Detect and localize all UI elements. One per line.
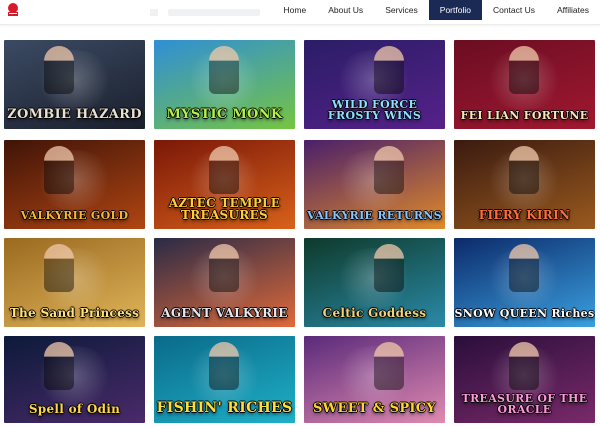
tile-character bbox=[374, 342, 404, 390]
game-tile[interactable]: ZOMBIE HAZARD bbox=[4, 40, 145, 129]
game-title: FISHIN' RICHES bbox=[156, 400, 293, 416]
tile-character bbox=[44, 342, 74, 390]
game-title: VALKYRIE RETURNS bbox=[307, 209, 442, 222]
game-tile[interactable]: WILD FORCE FROSTY WINS bbox=[304, 40, 445, 129]
tile-character bbox=[374, 46, 404, 94]
nav-about-us[interactable]: About Us bbox=[317, 0, 374, 20]
game-tile[interactable]: FIERY KIRIN bbox=[454, 140, 595, 229]
game-tile[interactable]: Spell of Odin bbox=[4, 336, 145, 423]
tile-character bbox=[209, 342, 239, 390]
game-tile[interactable]: Celtic Goddess bbox=[304, 238, 445, 327]
game-title: VALKYRIE GOLD bbox=[20, 209, 129, 222]
tile-character bbox=[44, 244, 74, 292]
game-tile[interactable]: FISHIN' RICHES bbox=[154, 336, 295, 423]
tile-character bbox=[509, 146, 539, 194]
game-title: The Sand Princess bbox=[9, 306, 140, 320]
nav-contact-us[interactable]: Contact Us bbox=[482, 0, 546, 20]
game-title: FIERY KIRIN bbox=[478, 208, 571, 222]
game-tile[interactable]: AGENT VALKYRIE bbox=[154, 238, 295, 327]
game-tile[interactable]: FEI LIAN FORTUNE bbox=[454, 40, 595, 129]
tile-character bbox=[209, 46, 239, 94]
tile-character bbox=[509, 46, 539, 94]
brand-logo-icon[interactable] bbox=[5, 2, 21, 18]
tile-character bbox=[374, 244, 404, 292]
game-title: Celtic Goddess bbox=[322, 306, 427, 320]
tile-character bbox=[209, 244, 239, 292]
game-tile[interactable]: VALKYRIE GOLD bbox=[4, 140, 145, 229]
tile-character bbox=[374, 146, 404, 194]
game-title: ZOMBIE HAZARD bbox=[7, 107, 142, 122]
tile-character bbox=[509, 244, 539, 292]
game-title: SNOW QUEEN Riches bbox=[454, 307, 595, 320]
game-tile[interactable]: The Sand Princess bbox=[4, 238, 145, 327]
site-header: Home About Us Services Portfolio Contact… bbox=[0, 0, 600, 25]
game-tile[interactable]: AZTEC TEMPLE TREASURES bbox=[154, 140, 295, 229]
game-title: Spell of Odin bbox=[28, 402, 121, 416]
game-tile[interactable]: SWEET & SPICY bbox=[304, 336, 445, 423]
game-tile[interactable]: TREASURE OF THE ORACLE bbox=[454, 336, 595, 423]
tile-character bbox=[44, 146, 74, 194]
tile-character bbox=[209, 146, 239, 194]
tile-character bbox=[44, 46, 74, 94]
game-title: MYSTIC MONK bbox=[166, 107, 283, 122]
game-tile[interactable]: MYSTIC MONK bbox=[154, 40, 295, 129]
nav-services[interactable]: Services bbox=[374, 0, 429, 20]
game-title: FEI LIAN FORTUNE bbox=[460, 109, 589, 122]
game-tile[interactable]: VALKYRIE RETURNS bbox=[304, 140, 445, 229]
main-nav: Home About Us Services Portfolio Contact… bbox=[273, 0, 600, 20]
game-title: AGENT VALKYRIE bbox=[161, 306, 288, 320]
nav-affiliates[interactable]: Affiliates bbox=[546, 0, 600, 20]
game-title: TREASURE OF THE ORACLE bbox=[461, 392, 588, 416]
nav-home[interactable]: Home bbox=[273, 0, 318, 20]
nav-portfolio[interactable]: Portfolio bbox=[428, 0, 482, 20]
faded-menu-ghost bbox=[150, 0, 272, 24]
game-title: WILD FORCE FROSTY WINS bbox=[327, 98, 422, 122]
game-title: AZTEC TEMPLE TREASURES bbox=[168, 196, 281, 222]
game-title: SWEET & SPICY bbox=[312, 401, 437, 416]
tile-character bbox=[509, 342, 539, 390]
game-tile[interactable]: SNOW QUEEN Riches bbox=[454, 238, 595, 327]
